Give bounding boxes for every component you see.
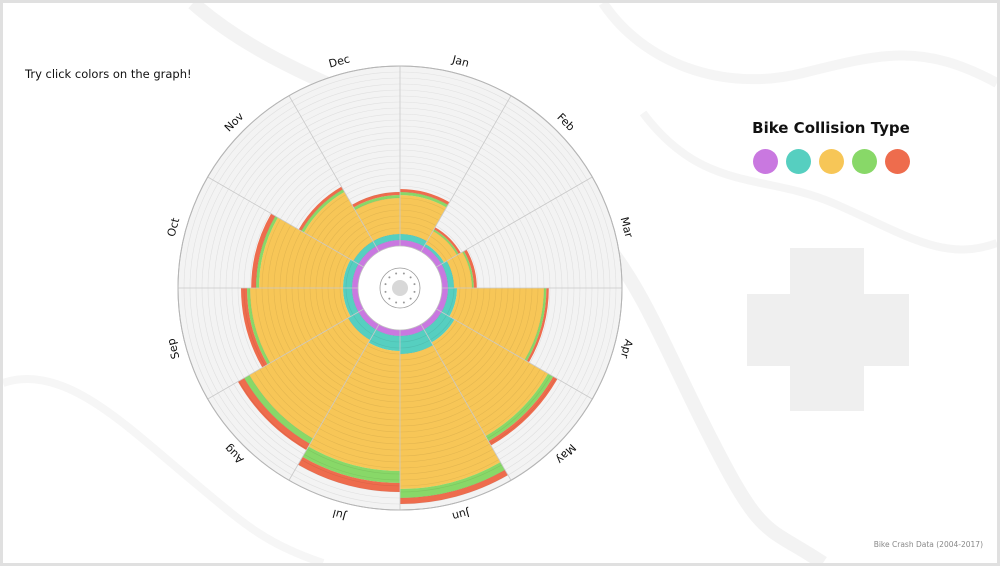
month-label-jun: Jun xyxy=(451,506,472,523)
center-knob xyxy=(392,280,408,296)
center-dot xyxy=(395,272,398,275)
center-dot xyxy=(388,297,391,300)
legend-swatch-3[interactable] xyxy=(818,149,844,174)
month-label-jul: Jul xyxy=(331,507,348,523)
center-dot xyxy=(413,283,416,286)
footer-credit: Bike Crash Data (2004-2017) xyxy=(873,540,983,549)
center-dot xyxy=(402,272,405,275)
legend: Bike Collision Type xyxy=(741,119,921,174)
legend-swatch-4[interactable] xyxy=(851,149,877,174)
legend-swatches xyxy=(741,149,921,174)
legend-swatch-5[interactable] xyxy=(884,149,910,174)
center-dot xyxy=(413,290,416,293)
center-dot xyxy=(384,290,387,293)
month-label-sep: Sep xyxy=(165,337,183,360)
month-label-oct: Oct xyxy=(165,216,183,238)
month-label-apr: Apr xyxy=(618,338,636,360)
month-label-jan: Jan xyxy=(450,53,471,70)
center-dot xyxy=(402,301,405,304)
legend-title: Bike Collision Type xyxy=(752,119,910,137)
page-frame: Try click colors on the graph! Jan Feb Mar… xyxy=(0,0,1000,566)
month-label-feb: Feb xyxy=(554,111,577,134)
month-label-dec: Dec xyxy=(327,52,351,70)
cross-shape-horizontal xyxy=(747,294,909,366)
month-label-mar: Mar xyxy=(618,216,636,240)
center-dot xyxy=(409,297,412,300)
legend-swatch-2[interactable] xyxy=(785,149,811,174)
center-dot xyxy=(409,276,412,279)
legend-swatch-1[interactable] xyxy=(752,149,778,174)
center-dot xyxy=(395,301,398,304)
center-dot xyxy=(388,276,391,279)
center-dot xyxy=(384,283,387,286)
